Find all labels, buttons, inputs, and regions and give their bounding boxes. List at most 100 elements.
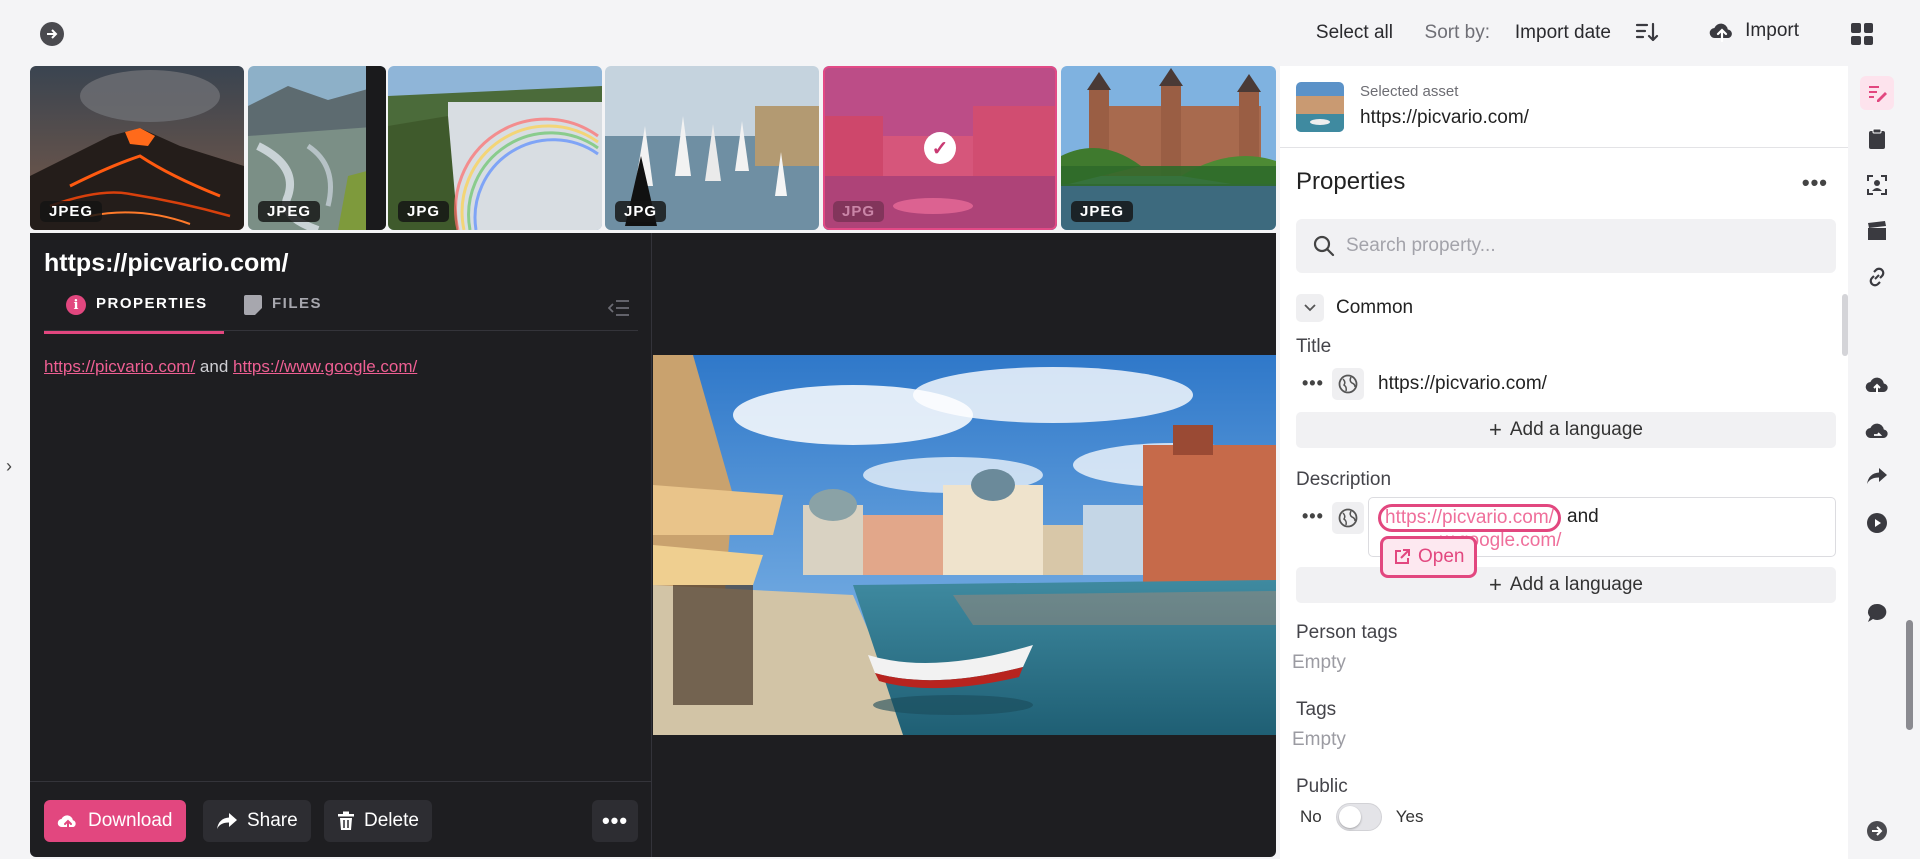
description-language-globe-icon[interactable]: [1332, 502, 1364, 534]
select-all-button[interactable]: Select all: [1316, 22, 1393, 44]
description-add-language-button[interactable]: + Add a language: [1296, 567, 1836, 603]
arrow-right-circle-icon[interactable]: [1860, 814, 1894, 848]
property-search: [1296, 219, 1836, 273]
sort-select[interactable]: Import date: [1515, 22, 1611, 44]
plus-icon: +: [1489, 417, 1502, 442]
person-tags-label: Person tags: [1296, 622, 1398, 643]
add-language-label: Add a language: [1509, 574, 1643, 595]
public-label: Public: [1296, 776, 1348, 797]
clapper-icon[interactable]: [1860, 214, 1894, 248]
page-scrollbar[interactable]: [1906, 620, 1913, 730]
download-label: Download: [88, 810, 173, 831]
file-icon: [244, 295, 262, 315]
cloud-sync-icon[interactable]: [1860, 414, 1894, 448]
title-field-label: Title: [1296, 336, 1332, 357]
check-icon: ✓: [924, 132, 956, 164]
asset-viewer: https://picvario.com/ i PROPERTIES FILES…: [30, 233, 1276, 857]
share-arrow-icon: [217, 813, 237, 829]
person-tags-value[interactable]: Empty: [1292, 652, 1346, 674]
cloud-upload-icon[interactable]: [1860, 368, 1894, 402]
top-bar: Select all Sort by: Import date Import: [0, 0, 1920, 66]
share-button[interactable]: Share: [203, 800, 311, 842]
sort-by-label: Sort by:: [1424, 22, 1490, 43]
format-badge: JPEG: [1071, 201, 1134, 222]
edit-properties-icon[interactable]: [1860, 76, 1894, 110]
face-scan-icon[interactable]: [1860, 168, 1894, 202]
selected-asset-header: Selected asset https://picvario.com/: [1280, 66, 1848, 148]
action-bar: Download Share Delete •••: [30, 781, 652, 857]
title-options-button[interactable]: •••: [1302, 373, 1324, 394]
tab-properties-label: PROPERTIES: [96, 295, 208, 312]
download-button[interactable]: Download: [44, 800, 186, 842]
description-link-google[interactable]: https://www.google.com/: [233, 357, 417, 376]
properties-heading: Properties: [1296, 168, 1406, 195]
expand-sidebar-chevron-icon[interactable]: ›: [6, 456, 12, 477]
title-value[interactable]: https://picvario.com/: [1378, 373, 1547, 395]
properties-panel: Selected asset https://picvario.com/ Pro…: [1280, 66, 1848, 859]
title-add-language-button[interactable]: + Add a language: [1296, 412, 1836, 448]
viewer-tabs: i PROPERTIES FILES: [44, 295, 638, 334]
collapse-toggle-button[interactable]: [40, 22, 64, 46]
description-field-label: Description: [1296, 469, 1392, 490]
description-editor-connector: and: [1567, 506, 1599, 527]
cloud-upload-icon: [1709, 23, 1733, 42]
open-link-button[interactable]: Open: [1380, 536, 1478, 578]
public-toggle[interactable]: [1335, 803, 1382, 831]
selected-asset-thumbnail: [1296, 82, 1344, 132]
sort-order-icon[interactable]: [1634, 20, 1660, 46]
trash-icon: [338, 811, 354, 830]
import-button[interactable]: Import: [1709, 20, 1799, 42]
format-badge: JPEG: [258, 201, 321, 222]
viewer-details: https://picvario.com/ i PROPERTIES FILES…: [30, 233, 652, 857]
preview-image: [653, 355, 1276, 735]
thumbnail-strip: JPEG JPEG JPG JPG JPG ✓ JPEG: [30, 66, 1276, 230]
thumbnail-canal-selected[interactable]: JPG ✓: [823, 66, 1057, 230]
selected-asset-label: Selected asset: [1360, 83, 1459, 100]
format-badge: JPEG: [40, 201, 103, 222]
public-yes-label: Yes: [1395, 807, 1424, 826]
public-no-label: No: [1300, 807, 1322, 826]
properties-more-button[interactable]: •••: [1802, 170, 1828, 196]
comment-icon[interactable]: [1860, 596, 1894, 630]
thumbnail-castle[interactable]: JPEG: [1061, 66, 1276, 230]
title-language-globe-icon[interactable]: [1332, 368, 1364, 400]
tab-files[interactable]: FILES: [244, 295, 322, 331]
section-common-label: Common: [1336, 297, 1414, 318]
selected-asset-url: https://picvario.com/: [1360, 107, 1529, 128]
external-link-icon: [1395, 549, 1410, 564]
play-circle-icon[interactable]: [1860, 506, 1894, 540]
panel-scrollbar[interactable]: [1842, 294, 1848, 356]
search-property-input[interactable]: [1346, 219, 1816, 273]
thumbnail-waterfall[interactable]: JPG: [388, 66, 602, 230]
public-toggle-row: No Yes: [1300, 803, 1423, 831]
more-actions-button[interactable]: •••: [592, 800, 638, 842]
section-collapse-chevron-icon[interactable]: [1296, 294, 1324, 322]
tags-value[interactable]: Empty: [1292, 729, 1346, 751]
description-editor-link-picvario[interactable]: https://picvario.com/: [1378, 504, 1561, 532]
grid-view-icon[interactable]: [1851, 23, 1873, 45]
thumbnail-volcano[interactable]: JPEG: [30, 66, 244, 230]
description-options-button[interactable]: •••: [1302, 506, 1324, 527]
tab-properties[interactable]: i PROPERTIES: [44, 295, 224, 334]
share-label: Share: [247, 810, 298, 831]
asset-title: https://picvario.com/: [44, 249, 289, 277]
arrow-right-icon: [47, 29, 58, 39]
thumbnail-harbour[interactable]: JPG: [605, 66, 819, 230]
clipboard-icon[interactable]: [1860, 122, 1894, 156]
description-link-picvario[interactable]: https://picvario.com/: [44, 357, 195, 376]
tags-label: Tags: [1296, 699, 1337, 720]
collapse-panel-icon[interactable]: [608, 299, 630, 317]
description-connector: and: [199, 357, 229, 376]
tab-files-label: FILES: [272, 295, 323, 312]
format-badge: JPG: [833, 201, 885, 222]
link-icon[interactable]: [1860, 260, 1894, 294]
open-link-label: Open: [1418, 546, 1465, 567]
delete-button[interactable]: Delete: [324, 800, 432, 842]
share-arrow-icon[interactable]: [1860, 460, 1894, 494]
delete-label: Delete: [364, 810, 419, 831]
add-language-label: Add a language: [1509, 419, 1643, 440]
cloud-download-icon: [57, 815, 76, 830]
plus-icon: +: [1489, 572, 1502, 597]
format-badge: JPG: [615, 201, 667, 222]
thumbnail-valley[interactable]: JPEG: [248, 66, 386, 230]
